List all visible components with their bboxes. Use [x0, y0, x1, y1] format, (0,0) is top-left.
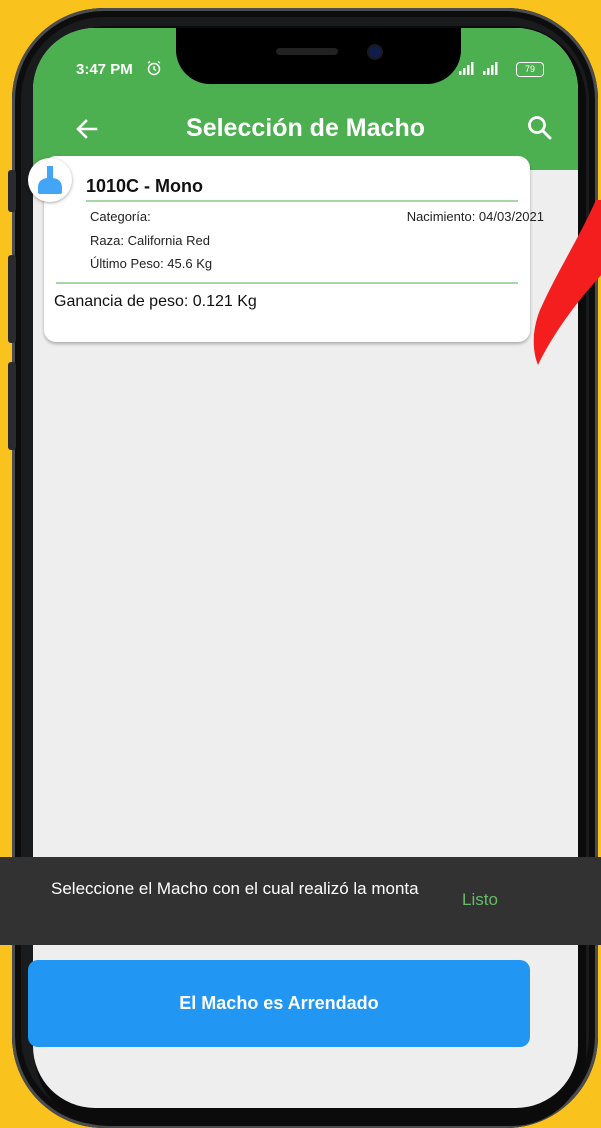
animal-title: 1010C - Mono	[86, 176, 204, 196]
toolbar: Selección de Macho	[33, 102, 578, 158]
volume-down-button	[8, 362, 16, 450]
breed-label: Raza: California Red	[90, 233, 210, 248]
leased-male-button[interactable]: El Macho es Arrendado	[28, 960, 530, 1047]
search-icon[interactable]	[526, 114, 554, 142]
weight-gain-label: Ganancia de peso: 0.121 Kg	[54, 293, 257, 310]
snackbar-message: Seleccione el Macho con el cual realizó …	[51, 879, 419, 898]
leased-male-button-label: El Macho es Arrendado	[179, 993, 379, 1013]
red-brushstroke	[533, 200, 601, 365]
last-weight-label: Último Peso: 45.6 Kg	[90, 256, 213, 271]
silent-switch	[8, 170, 16, 212]
volume-up-button	[8, 255, 16, 343]
snackbar-action-button[interactable]: Listo	[462, 890, 498, 910]
alarm-clock-icon	[147, 60, 161, 76]
status-time: 3:47 PM	[76, 61, 133, 78]
category-label: Categoría:	[90, 209, 151, 224]
ear-tag-icon	[38, 166, 62, 194]
battery-indicator: 79	[516, 62, 544, 77]
info-divider	[56, 282, 518, 284]
title-divider	[86, 200, 518, 202]
signal-icon	[459, 62, 498, 75]
snackbar: Seleccione el Macho con el cual realizó …	[0, 857, 601, 945]
page-title: Selección de Macho	[186, 114, 425, 142]
camera-notch	[176, 28, 461, 84]
front-camera	[369, 46, 381, 58]
speaker-grille	[276, 48, 338, 55]
animal-avatar	[28, 158, 72, 202]
